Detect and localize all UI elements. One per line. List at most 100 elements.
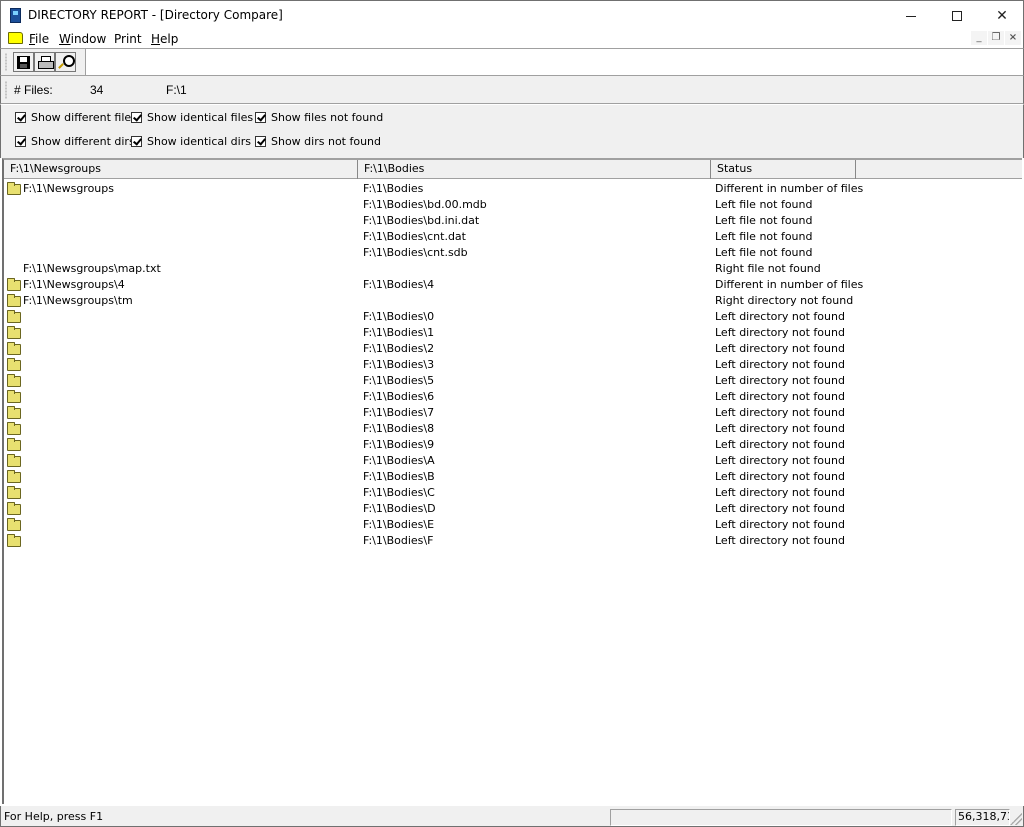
table-row[interactable]: F:\1\Bodies\7 Left directory not found (4, 405, 1022, 421)
show-different-dirs-checkbox[interactable]: Show different dirs (15, 135, 135, 148)
folder-icon (7, 278, 21, 291)
table-row[interactable]: F:\1\Bodies\cnt.sdb Left file not found (4, 245, 1022, 261)
table-row[interactable]: F:\1\Newsgroups\map.txt Right file not fo… (4, 261, 1022, 277)
show-identical-dirs-checkbox[interactable]: Show identical dirs (131, 135, 251, 148)
info-bar-grip[interactable] (5, 81, 7, 99)
show-different-files-checkbox[interactable]: Show different files (15, 111, 137, 124)
folder-icon (7, 358, 21, 371)
save-button[interactable] (13, 52, 34, 72)
menu-window-rest: indow (70, 32, 107, 46)
right-path-cell: F:\1\Bodies\4 (363, 278, 435, 291)
status-cell: Left directory not found (715, 502, 845, 515)
column-header-left[interactable]: F:\1\Newsgroups (4, 160, 358, 179)
show-identical-files-checkbox[interactable]: Show identical files (131, 111, 253, 124)
status-cell: Right file not found (715, 262, 821, 275)
status-cell: Left directory not found (715, 342, 845, 355)
right-path-cell: F:\1\Bodies\8 (363, 422, 435, 435)
checkbox-checked-icon (131, 136, 142, 147)
status-cell: Left directory not found (715, 310, 845, 323)
table-row[interactable]: F:\1\Newsgroups F:\1\Bodies Different in n… (4, 181, 1022, 197)
right-path-cell: F:\1\Bodies\B (363, 470, 435, 483)
status-cell: Different in number of files (715, 182, 864, 195)
status-cell: Right directory not found (715, 294, 854, 307)
right-path-cell: F:\1\Bodies\6 (363, 390, 435, 403)
right-path-cell: F:\1\Bodies\E (363, 518, 435, 531)
preview-button[interactable] (55, 52, 76, 72)
menu-window[interactable]: Window (59, 32, 106, 46)
mdi-minimize-icon: _ (976, 32, 982, 43)
files-count-value: 34 (90, 83, 104, 97)
folder-icon (7, 310, 21, 323)
folder-icon (7, 438, 21, 451)
menu-help[interactable]: Help (151, 32, 178, 46)
table-row[interactable]: F:\1\Bodies\A Left directory not found (4, 453, 1022, 469)
document-folder-icon[interactable] (8, 32, 23, 44)
status-cell: Left directory not found (715, 518, 845, 531)
right-path-cell: F:\1\Bodies (363, 182, 424, 195)
checkbox-checked-icon (15, 136, 26, 147)
mdi-close-button[interactable]: × (1005, 31, 1021, 45)
table-row[interactable]: F:\1\Bodies\9 Left directory not found (4, 437, 1022, 453)
files-count-label: # Files: (14, 83, 53, 97)
toolbar-grip[interactable] (5, 53, 7, 71)
status-cell: Left directory not found (715, 390, 845, 403)
right-path-cell: F:\1\Bodies\bd.ini.dat (363, 214, 480, 227)
status-bar: For Help, press F1 56,318,738 (0, 806, 1024, 827)
menu-window-accel: W (59, 32, 71, 46)
resize-grip-icon[interactable] (1010, 813, 1022, 825)
table-row[interactable]: F:\1\Bodies\B Left directory not found (4, 469, 1022, 485)
left-path-cell: F:\1\Newsgroups\tm (23, 294, 133, 307)
table-row[interactable]: F:\1\Bodies\bd.ini.dat Left file not foun… (4, 213, 1022, 229)
column-header-right[interactable]: F:\1\Bodies (358, 160, 711, 179)
maximize-button[interactable] (934, 1, 980, 31)
compare-list[interactable]: F:\1\Newsgroups F:\1\Bodies Status F:\1\… (2, 158, 1022, 804)
checkbox-checked-icon (255, 136, 266, 147)
left-path-cell: F:\1\Newsgroups\map.txt (23, 262, 161, 275)
folder-icon (7, 390, 21, 403)
mdi-minimize-button[interactable]: _ (971, 31, 987, 45)
total-size-value: 56,318,738 (958, 810, 1009, 823)
checkbox-checked-icon (131, 112, 142, 123)
folder-icon (7, 454, 21, 467)
minimize-button[interactable] (888, 1, 934, 31)
right-path-cell: F:\1\Bodies\cnt.sdb (363, 246, 468, 259)
minimize-icon (906, 15, 916, 17)
status-cell: Left directory not found (715, 374, 845, 387)
column-header-status[interactable]: Status (711, 160, 856, 179)
right-path-cell: F:\1\Bodies\C (363, 486, 435, 499)
show-dirs-not-found-checkbox[interactable]: Show dirs not found (255, 135, 381, 148)
table-row[interactable]: F:\1\Bodies\2 Left directory not found (4, 341, 1022, 357)
table-row[interactable]: F:\1\Bodies\F Left directory not found (4, 533, 1022, 549)
table-row[interactable]: F:\1\Bodies\3 Left directory not found (4, 357, 1022, 373)
table-row[interactable]: F:\1\Bodies\C Left directory not found (4, 485, 1022, 501)
mdi-restore-button[interactable]: ❐ (988, 31, 1004, 45)
table-row[interactable]: F:\1\Bodies\1 Left directory not found (4, 325, 1022, 341)
status-cell: Left directory not found (715, 358, 845, 371)
printer-icon (37, 56, 54, 69)
print-button[interactable] (34, 52, 55, 72)
table-row[interactable]: F:\1\Bodies\6 Left directory not found (4, 389, 1022, 405)
status-cell: Left directory not found (715, 486, 845, 499)
close-button[interactable]: ✕ (979, 1, 1024, 31)
table-row[interactable]: F:\1\Newsgroups\tm Right directory not fo… (4, 293, 1022, 309)
table-row[interactable]: F:\1\Bodies\5 Left directory not found (4, 373, 1022, 389)
mdi-restore-icon: ❐ (991, 32, 1001, 43)
toolbar (0, 48, 1024, 76)
menu-file[interactable]: File (29, 32, 49, 46)
table-row[interactable]: F:\1\Bodies\D Left directory not found (4, 501, 1022, 517)
table-row[interactable]: F:\1\Bodies\E Left directory not found (4, 517, 1022, 533)
folder-icon (7, 406, 21, 419)
table-row[interactable]: F:\1\Bodies\0 Left directory not found (4, 309, 1022, 325)
show-files-not-found-checkbox[interactable]: Show files not found (255, 111, 383, 124)
menu-print[interactable]: Print (114, 32, 142, 46)
right-path-cell: F:\1\Bodies\3 (363, 358, 435, 371)
status-cell: Left file not found (715, 198, 813, 211)
table-row[interactable]: F:\1\Bodies\cnt.dat Left file not found (4, 229, 1022, 245)
title-bar: DIRECTORY REPORT - [Directory Compare] ✕ (0, 0, 1024, 30)
table-row[interactable]: F:\1\Bodies\bd.00.mdb Left file not found (4, 197, 1022, 213)
status-cell: Left file not found (715, 230, 813, 243)
checkbox-label: Show identical dirs (147, 135, 251, 148)
toolbar-band (1, 49, 86, 75)
table-row[interactable]: F:\1\Bodies\8 Left directory not found (4, 421, 1022, 437)
table-row[interactable]: F:\1\Newsgroups\4 F:\1\Bodies\4 Different … (4, 277, 1022, 293)
